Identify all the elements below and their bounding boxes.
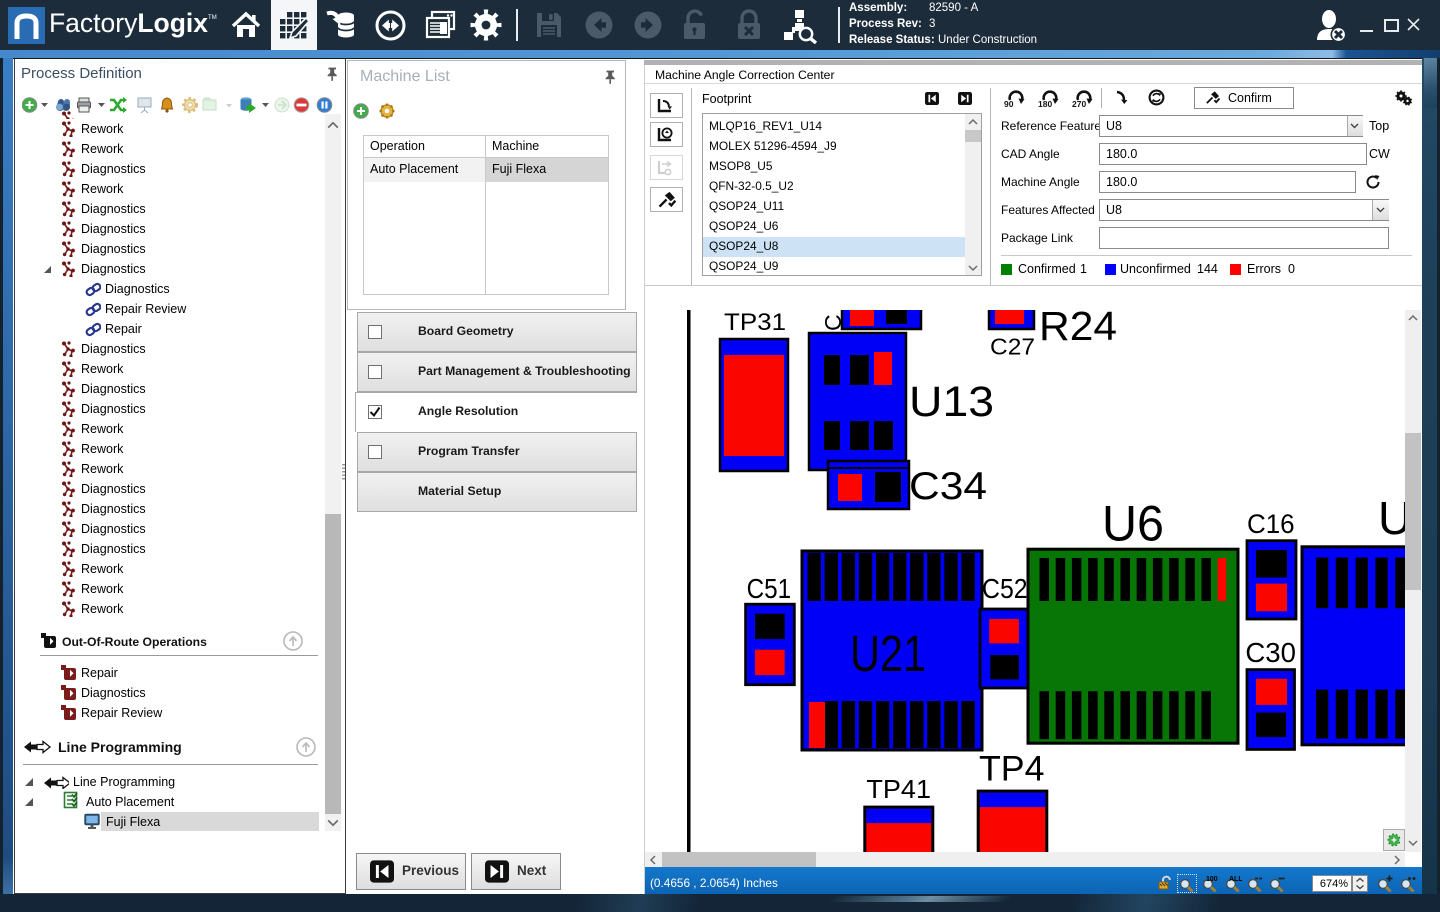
svg-text:U5: U5 — [1378, 492, 1405, 544]
svg-text:C34: C34 — [909, 465, 987, 508]
svg-text:U6: U6 — [1102, 496, 1164, 552]
svg-text:C52: C52 — [982, 573, 1028, 604]
svg-text:R24: R24 — [1039, 310, 1117, 349]
svg-text:C: C — [820, 314, 846, 331]
svg-text:100: 100 — [1206, 876, 1218, 883]
svg-text:TP4: TP4 — [979, 750, 1045, 789]
svg-text:C16: C16 — [1247, 509, 1295, 539]
svg-text:U13: U13 — [909, 378, 994, 426]
svg-text:C51: C51 — [747, 573, 792, 604]
svg-text:C30: C30 — [1245, 637, 1296, 668]
svg-text:ALL: ALL — [1229, 876, 1242, 883]
svg-text:C27: C27 — [990, 334, 1035, 360]
svg-text:TP31: TP31 — [724, 310, 786, 336]
svg-text:TP41: TP41 — [866, 774, 931, 804]
svg-text:U21: U21 — [850, 625, 926, 682]
